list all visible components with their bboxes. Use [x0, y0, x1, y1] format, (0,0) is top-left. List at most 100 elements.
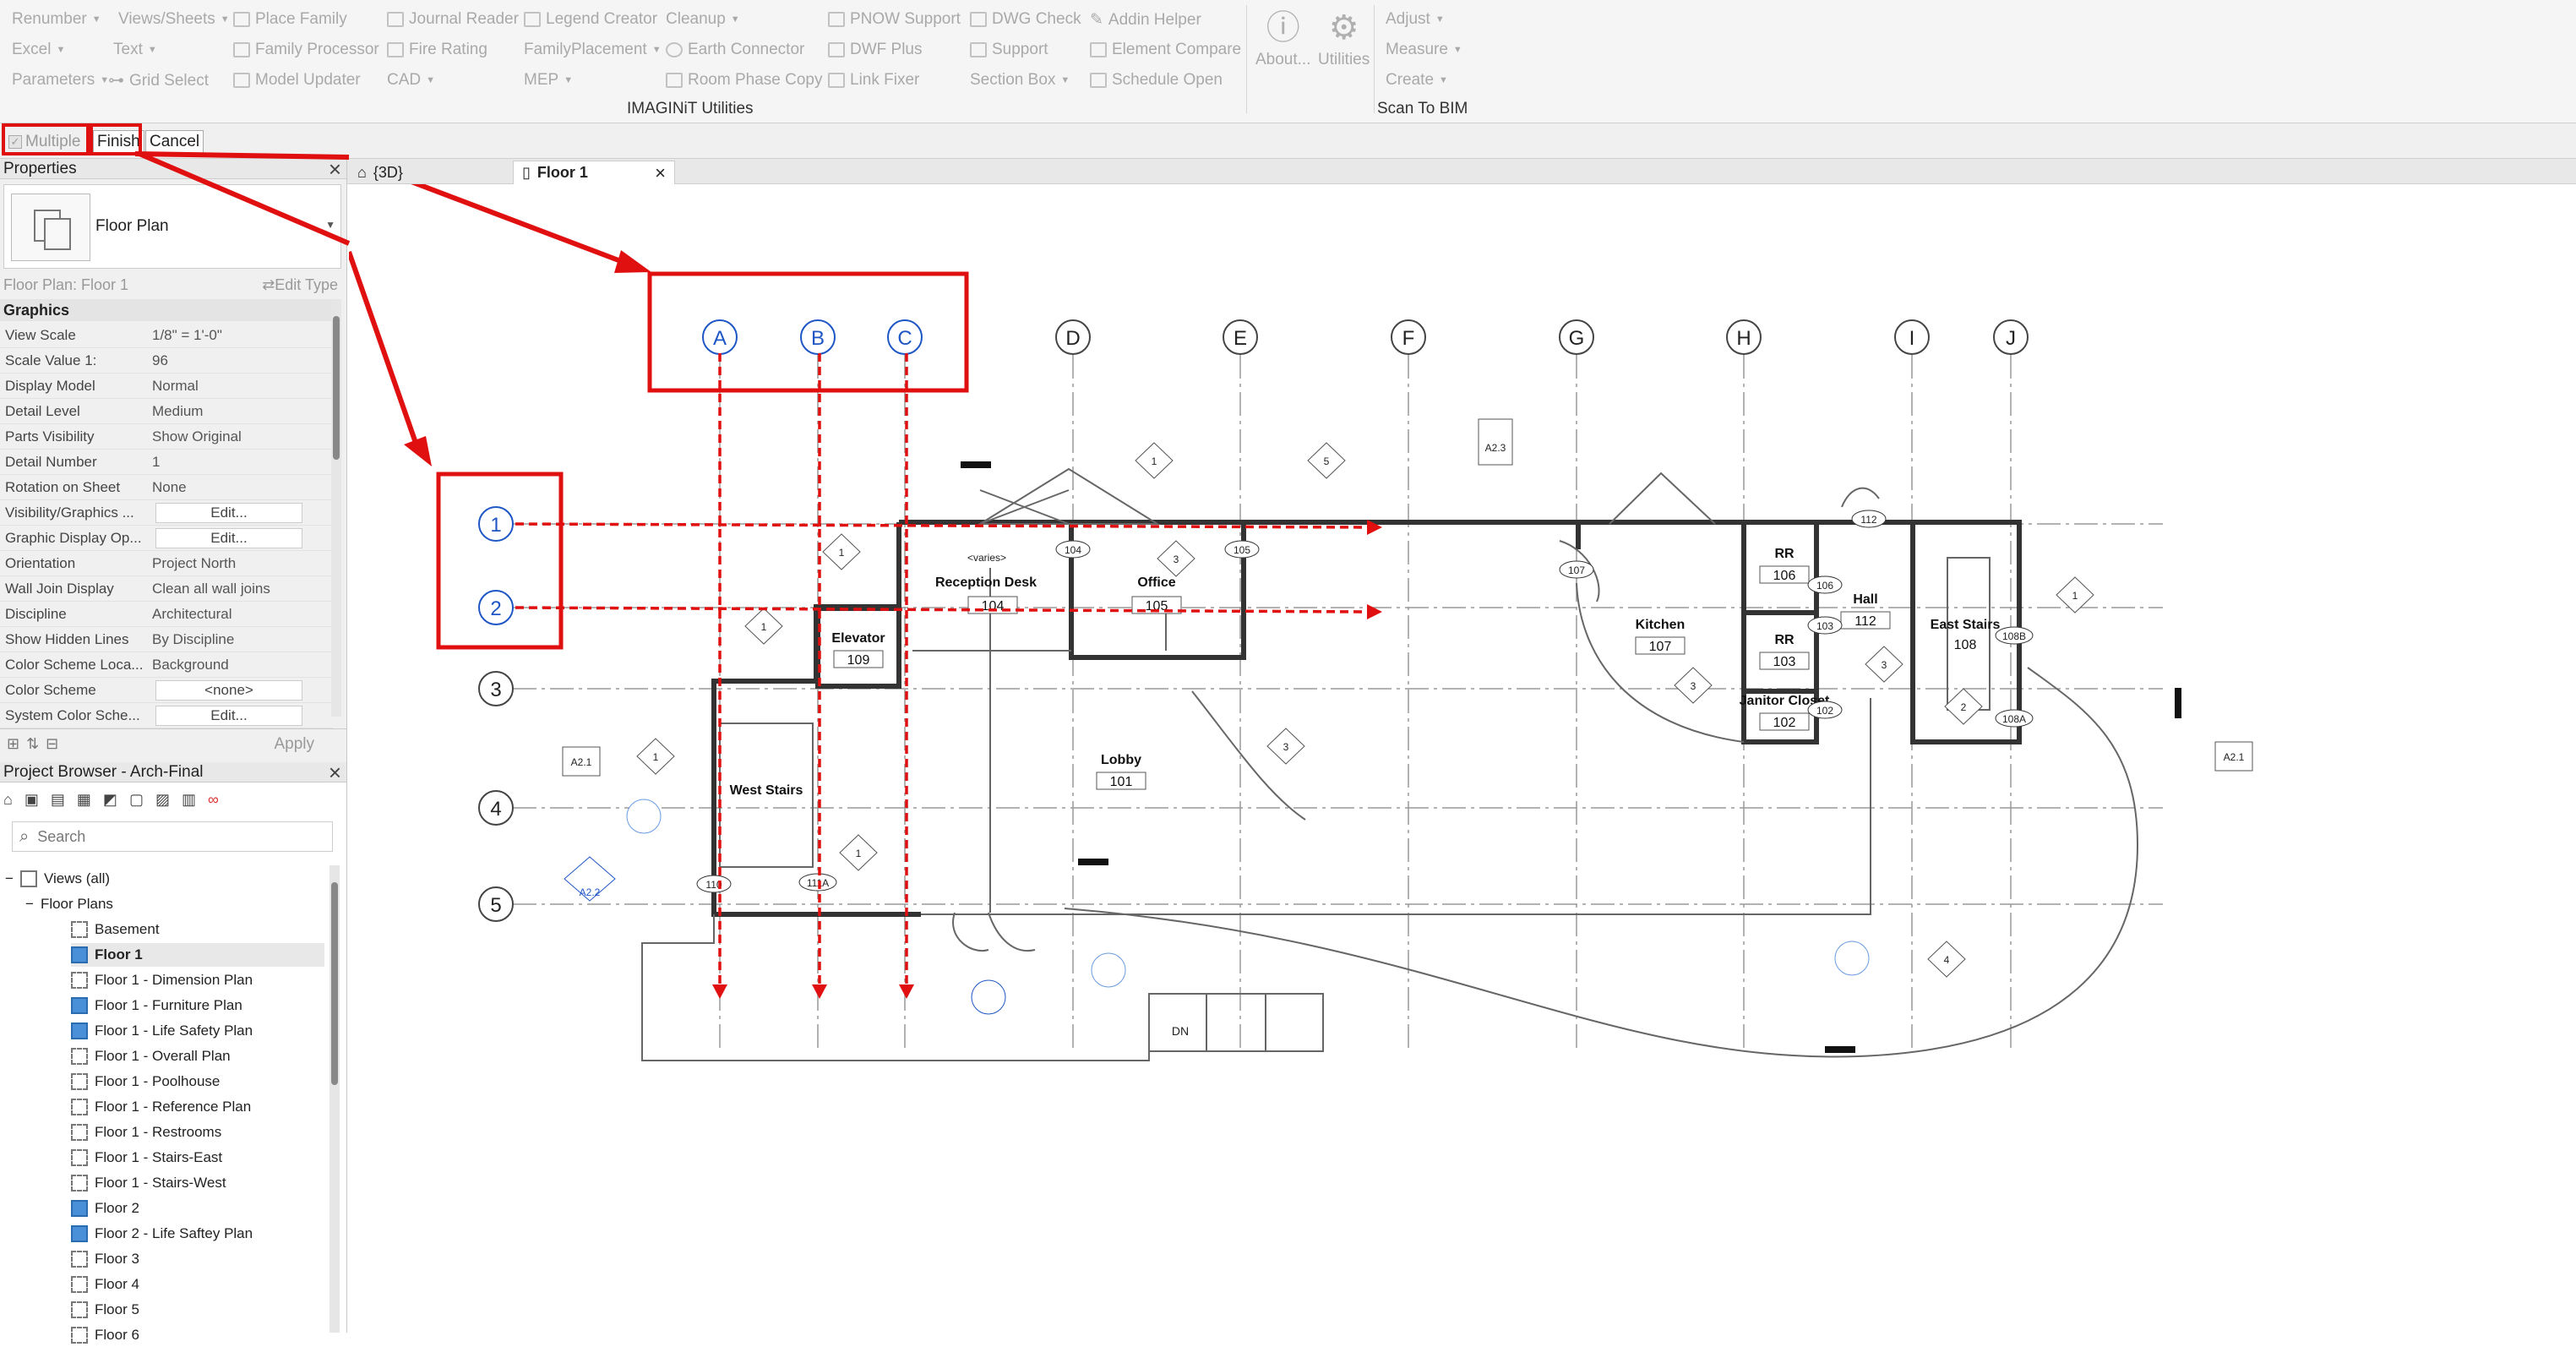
journal-reader-button[interactable]: Journal Reader — [387, 10, 519, 29]
browser-item[interactable]: Floor 1 - Overall Plan — [71, 1044, 231, 1068]
room-tag-west-stairs[interactable]: West Stairs — [730, 783, 803, 798]
grid-bubble-g[interactable]: G — [1559, 319, 1594, 355]
property-row[interactable]: Visibility/Graphics ... Edit... — [0, 500, 333, 526]
browser-item[interactable]: Floor 1 - Poolhouse — [71, 1070, 220, 1093]
property-value[interactable]: None — [152, 479, 333, 496]
schedule-open-button[interactable]: Schedule Open — [1090, 71, 1223, 90]
browser-item[interactable]: Floor 4 — [71, 1273, 139, 1296]
drawing-canvas[interactable]: A B C D E F G H I J 1 2 3 4 5 Reception … — [349, 184, 2576, 1333]
edit-button[interactable]: Edit... — [155, 502, 302, 523]
section-tag-a22[interactable]: A2.2 — [564, 856, 616, 902]
close-icon[interactable]: × — [655, 162, 666, 184]
tree-root[interactable]: − Views (all) — [5, 867, 110, 891]
group-icon[interactable]: ▢ — [129, 791, 144, 809]
grid-bubble-b[interactable]: B — [800, 319, 836, 355]
property-row[interactable]: Color Scheme Loca... Background — [0, 652, 333, 678]
edit-button[interactable]: Edit... — [155, 527, 302, 548]
room-tag-rr-106[interactable]: RR 106 — [1759, 547, 1810, 584]
grid-bubble-j[interactable]: J — [1993, 319, 2029, 355]
tab-3d[interactable]: ⌂ {3D} — [349, 161, 411, 184]
grid-bubble-3[interactable]: 3 — [478, 671, 514, 706]
dwf-plus-button[interactable]: DWF Plus — [828, 41, 923, 59]
property-value[interactable]: Project North — [152, 555, 333, 572]
fire-rating-button[interactable]: Fire Rating — [387, 41, 487, 59]
grid-bubble-d[interactable]: D — [1055, 319, 1091, 355]
property-value[interactable]: Clean all wall joins — [152, 581, 333, 597]
family-icon[interactable]: ◩ — [103, 791, 117, 809]
link-fixer-button[interactable]: Link Fixer — [828, 71, 919, 90]
property-row[interactable]: Show Hidden Lines By Discipline — [0, 627, 333, 652]
sheet-icon[interactable]: ▤ — [51, 791, 65, 809]
grid-bubble-h[interactable]: H — [1726, 319, 1762, 355]
adjust-button[interactable]: Adjust ▼ — [1386, 10, 1445, 29]
room-tag-rr-103[interactable]: RR 103 — [1759, 633, 1810, 670]
home-icon[interactable]: ⌂ — [3, 791, 13, 809]
legend-creator-button[interactable]: Legend Creator — [524, 10, 657, 29]
section-tag-a21-right[interactable]: A2.1 — [2214, 741, 2253, 772]
filter-icon[interactable]: ▥ — [182, 791, 196, 809]
browser-item[interactable]: Floor 5 — [71, 1298, 139, 1322]
room-tag-reception[interactable]: Reception Desk104 — [935, 575, 1037, 614]
tree-group-floor-plans[interactable]: − Floor Plans — [25, 892, 113, 916]
addin-helper-button[interactable]: ✎ Addin Helper — [1090, 10, 1201, 30]
property-row[interactable]: System Color Sche... Edit... — [0, 703, 333, 728]
scrollbar-thumb[interactable] — [331, 882, 338, 1085]
earth-connector-button[interactable]: Earth Connector — [666, 41, 804, 59]
browser-item[interactable]: Floor 1 - Life Safety Plan — [71, 1019, 253, 1043]
grid-bubble-i[interactable]: I — [1894, 319, 1930, 355]
property-value[interactable]: Architectural — [152, 606, 333, 623]
property-value[interactable]: By Discipline — [152, 631, 333, 648]
about-button[interactable]: ⓘ About... — [1255, 8, 1311, 69]
support-button[interactable]: Support — [970, 41, 1048, 59]
grid-bubble-a[interactable]: A — [702, 319, 738, 355]
room-tag-lobby[interactable]: Lobby 101 — [1096, 753, 1146, 790]
room-tag-elevator[interactable]: Elevator 109 — [831, 631, 885, 668]
property-row[interactable]: Wall Join Display Clean all wall joins — [0, 576, 333, 602]
browser-item[interactable]: Floor 1 - Stairs-East — [71, 1146, 222, 1170]
family-placement-button[interactable]: FamilyPlacement ▼ — [524, 41, 662, 59]
browser-item[interactable]: Floor 1 - Stairs-West — [71, 1171, 226, 1195]
footer-icons[interactable]: ⊞⇅⊟ — [7, 735, 65, 753]
measure-button[interactable]: Measure ▼ — [1386, 41, 1462, 59]
room-tag-office[interactable]: Office105 — [1131, 575, 1182, 614]
property-value[interactable]: <none> — [155, 679, 302, 701]
property-value[interactable]: Background — [152, 657, 333, 674]
property-row[interactable]: Graphic Display Op... Edit... — [0, 526, 333, 551]
browser-item[interactable]: Floor 3 — [71, 1247, 139, 1271]
property-row[interactable]: Discipline Architectural — [0, 602, 333, 627]
dwg-check-button[interactable]: DWG Check — [970, 10, 1081, 29]
grid-bubble-1[interactable]: 1 — [478, 506, 514, 542]
browser-item[interactable]: Floor 1 - Reference Plan — [71, 1095, 251, 1119]
grid-bubble-4[interactable]: 4 — [478, 790, 514, 826]
browser-item[interactable]: Floor 1 - Furniture Plan — [71, 994, 242, 1017]
browser-item[interactable]: Floor 2 - Life Saftey Plan — [71, 1222, 253, 1246]
browser-item[interactable]: Floor 1 - Restrooms — [71, 1121, 221, 1144]
room-phase-copy-button[interactable]: Room Phase Copy — [666, 71, 822, 90]
section-tag-a21[interactable]: A2.1 — [562, 746, 601, 777]
cad-button[interactable]: CAD ▼ — [387, 71, 435, 90]
legend-icon[interactable]: ▨ — [155, 791, 170, 809]
browser-item[interactable]: Basement — [71, 918, 160, 941]
door-tag-varies[interactable]: <varies> — [967, 552, 1006, 564]
tab-floor-1[interactable]: ▯ Floor 1 × — [513, 161, 675, 184]
create-button[interactable]: Create ▼ — [1386, 71, 1448, 90]
view-icon[interactable]: ▣ — [25, 791, 39, 809]
edit-button[interactable]: Edit... — [155, 705, 302, 726]
browser-item[interactable]: Floor 1 — [71, 943, 324, 967]
property-row[interactable]: Color Scheme <none> — [0, 678, 333, 703]
grid-bubble-c[interactable]: C — [887, 319, 923, 355]
section-tag-a23[interactable]: A2.3 — [1478, 418, 1513, 466]
section-box-button[interactable]: Section Box ▼ — [970, 71, 1070, 90]
apply-button[interactable]: Apply — [274, 735, 340, 754]
pnow-support-button[interactable]: PNOW Support — [828, 10, 961, 29]
room-tag-kitchen[interactable]: Kitchen 107 — [1635, 618, 1686, 655]
browser-item[interactable]: Floor 6 — [71, 1323, 139, 1347]
search-input[interactable]: ⌕ Search — [12, 821, 333, 852]
room-tag-hall[interactable]: Hall 112 — [1840, 592, 1891, 630]
grid-bubble-e[interactable]: E — [1223, 319, 1258, 355]
grid-bubble-f[interactable]: F — [1391, 319, 1426, 355]
grid-bubble-5[interactable]: 5 — [478, 886, 514, 922]
link-icon[interactable]: ∞ — [208, 791, 219, 809]
cleanup-button[interactable]: Cleanup ▼ — [666, 10, 740, 29]
close-icon[interactable]: × — [329, 761, 346, 783]
